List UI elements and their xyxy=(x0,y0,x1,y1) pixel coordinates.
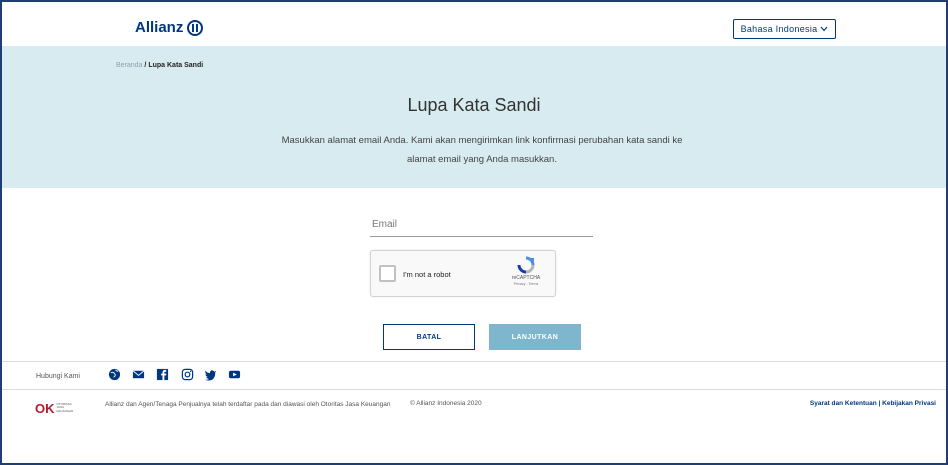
chevron-down-icon xyxy=(820,26,828,32)
recaptcha-brand: reCAPTCHA xyxy=(511,275,541,281)
recaptcha-logo-icon xyxy=(517,256,535,274)
recaptcha-checkbox[interactable] xyxy=(379,265,396,282)
email-field[interactable] xyxy=(370,236,593,237)
page-title: Lupa Kata Sandi xyxy=(407,95,541,115)
ojk-subtitle: OTORITAS JASA KEUANGAN xyxy=(56,401,74,413)
copyright: © Allianz Indonesia 2020 xyxy=(410,400,482,407)
facebook-icon[interactable] xyxy=(154,367,170,381)
breadcrumb-current: Lupa Kata Sandi xyxy=(148,62,204,69)
cancel-button[interactable]: BATAL xyxy=(383,324,475,350)
mail-icon[interactable] xyxy=(130,367,146,381)
ojk-mark: OK xyxy=(35,400,55,416)
footer-divider xyxy=(2,389,946,390)
breadcrumb-separator: / xyxy=(144,62,147,69)
contact-label: Hubungi Kami xyxy=(36,373,80,380)
youtube-icon[interactable] xyxy=(226,367,242,381)
twitter-icon[interactable] xyxy=(202,367,218,381)
hero-banner: Beranda / Lupa Kata Sandi Lupa Kata Sand… xyxy=(2,46,946,188)
footer-divider xyxy=(2,361,946,362)
globe-icon[interactable] xyxy=(106,367,122,381)
recaptcha-label: I'm not a robot xyxy=(403,270,451,279)
description-line-2: alamat email yang Anda masukkan. xyxy=(407,154,557,165)
recaptcha-widget: I'm not a robot reCAPTCHA Privacy - Term… xyxy=(370,250,556,297)
instagram-icon[interactable] xyxy=(179,367,195,381)
brand-name: Allianz xyxy=(135,19,184,36)
breadcrumb-home[interactable]: Beranda xyxy=(116,62,142,69)
ojk-logo: OK OTORITAS JASA KEUANGAN xyxy=(35,400,81,416)
email-field-label[interactable]: Email xyxy=(372,219,397,230)
continue-button[interactable]: LANJUTKAN xyxy=(489,324,581,350)
privacy-link[interactable]: Kebijakan Privasi xyxy=(882,400,936,407)
breadcrumb: Beranda / Lupa Kata Sandi xyxy=(116,62,203,69)
header: Allianz Bahasa Indonesia xyxy=(2,2,946,46)
language-selector[interactable]: Bahasa Indonesia xyxy=(733,19,836,39)
language-label: Bahasa Indonesia xyxy=(740,24,818,34)
description-line-1: Masukkan alamat email Anda. Kami akan me… xyxy=(281,135,683,146)
recaptcha-links[interactable]: Privacy - Terms xyxy=(503,282,549,286)
legal-separator: | xyxy=(878,400,881,407)
page-description: Masukkan alamat email Anda. Kami akan me… xyxy=(247,131,717,169)
legal-links: Syarat dan Ketentuan | Kebijakan Privasi xyxy=(810,400,936,407)
allianz-logo[interactable]: Allianz xyxy=(135,19,204,36)
allianz-eagle-icon xyxy=(187,19,204,36)
terms-link[interactable]: Syarat dan Ketentuan xyxy=(810,400,877,407)
registration-notice: Allianz dan Agen/Tenaga Penjualnya telah… xyxy=(105,401,391,408)
